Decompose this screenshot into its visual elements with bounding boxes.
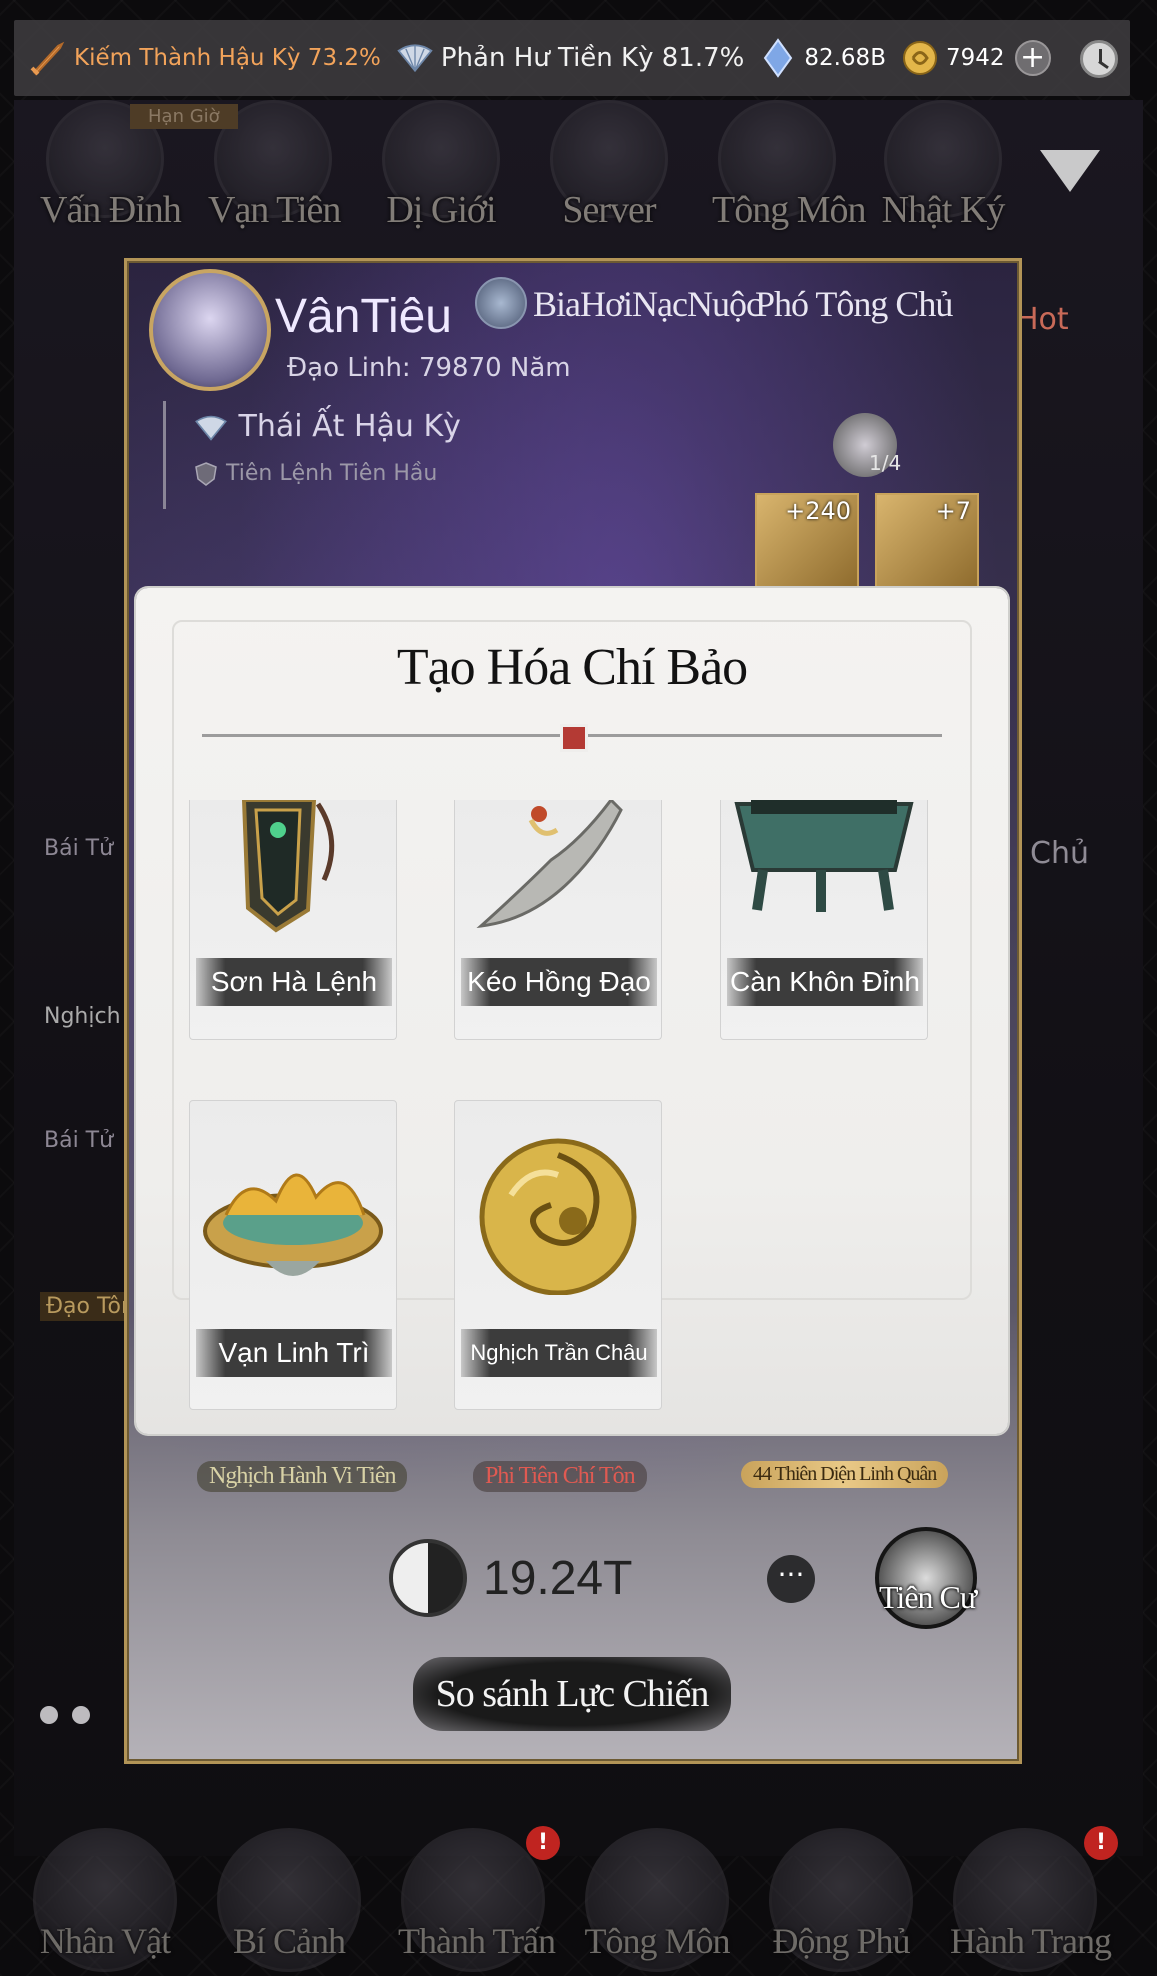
notification-badge: ! [1084, 1826, 1118, 1860]
dao-linh: Đạo Linh: 79870 Năm [287, 353, 571, 383]
artifact-can-khon-dinh[interactable]: Càn Khôn Đỉnh [720, 800, 928, 1040]
guild-name[interactable]: BiaHơiNạcNuộc [533, 283, 762, 325]
nav-label: Tông Môn [712, 189, 867, 231]
nav-label: Tông Môn [584, 1921, 731, 1961]
nav-di-gioi[interactable]: Dị Giới [376, 100, 506, 232]
status-bar: Kiếm Thành Hậu Kỳ 73.2% Phản Hư Tiền Kỳ … [14, 20, 1130, 96]
nav-nhat-ky[interactable]: Nhật Ký [878, 100, 1008, 232]
artifact-name: Kéo Hồng Đạo [461, 958, 657, 1006]
enhance-level: +240 [785, 497, 851, 525]
more-options-button[interactable]: ··· [767, 1555, 815, 1603]
notification-badge: ! [526, 1826, 560, 1860]
tag-phi-tien: Phi Tiên Chí Tôn [473, 1461, 647, 1492]
artifact-count: 1/4 [869, 451, 902, 475]
top-nav: Vấn Đỉnh Vạn Tiên Dị Giới Server Tông Mô… [40, 100, 1100, 260]
page-indicator [40, 1706, 90, 1724]
keo-hong-dao-icon [476, 800, 623, 929]
realm-progress-1: Kiếm Thành Hậu Kỳ 73.2% [28, 38, 381, 78]
nav-hanh-trang[interactable]: Hành Trang [950, 1828, 1112, 1972]
nav-label: Hành Trang [950, 1921, 1112, 1961]
crystal-value: 82.68B [804, 45, 886, 71]
nav-tong-mon[interactable]: Tông Môn [712, 100, 867, 232]
clock-icon[interactable] [1080, 40, 1118, 78]
artifact-keo-hong-dao[interactable]: Kéo Hồng Đạo [454, 800, 662, 1040]
artifact-name: Càn Khôn Đỉnh [727, 958, 923, 1006]
van-linh-tri-icon [203, 1173, 383, 1276]
bottom-nav: Nhân Vật Bí Cảnh Thành Trấn Tông Môn Độn… [30, 1828, 1130, 1976]
nav-dong-phu[interactable]: Động Phủ [766, 1828, 916, 1972]
equipment-slot-1[interactable]: +240 [755, 493, 859, 593]
nav-server[interactable]: Server [544, 100, 674, 232]
title-label: Tiên Lệnh Tiên Hầu [226, 461, 438, 486]
guild-emblem-icon [475, 277, 527, 329]
fan-icon [195, 415, 227, 441]
equipment-slot-2[interactable]: +7 [875, 493, 979, 593]
nav-label: Bí Cảnh [232, 1921, 346, 1961]
nav-label: Nhật Ký [881, 189, 1006, 231]
nav-label: Động Phủ [772, 1921, 910, 1961]
nav-label: Dị Giới [386, 189, 496, 231]
coin-balance: 7942 + [900, 38, 1051, 78]
artifact-name: Vạn Linh Trì [196, 1329, 392, 1377]
nav-nhan-vat[interactable]: Nhân Vật [30, 1828, 180, 1972]
side-bai-tu-2: Bái Tử [44, 1128, 114, 1153]
can-khon-dinh-icon [734, 800, 914, 912]
artifact-name: Nghịch Trần Châu [461, 1329, 657, 1377]
combat-power-value: 19.24T [483, 1551, 633, 1605]
compare-power-button[interactable]: So sánh Lực Chiến [413, 1657, 731, 1731]
avatar[interactable] [149, 269, 271, 391]
limited-time-badge: Hạn Giờ [130, 104, 238, 129]
artifact-dialog: Tạo Hóa Chí Bảo Sơn Hà Lệnh Kéo Hồng Đạo… [136, 588, 1008, 1434]
guild-role: Phó Tông Chủ [755, 284, 953, 324]
sword-icon [28, 38, 68, 78]
tien-cu-label: Tiên Cư [879, 1579, 977, 1615]
expand-triangle-icon[interactable] [1040, 150, 1100, 192]
nav-label: Vạn Tiên [208, 189, 341, 231]
combat-power: 19.24T [389, 1539, 632, 1617]
crystal-icon [758, 38, 798, 78]
artifact-nghich-tran-chau[interactable]: Nghịch Trần Châu [454, 1100, 662, 1410]
shield-icon [195, 462, 217, 486]
nav-label: Nhân Vật [39, 1921, 171, 1961]
player-name: VânTiêu [275, 290, 452, 343]
side-bai-tu-1: Bái Tử [44, 836, 114, 861]
enhance-level: +7 [935, 497, 971, 525]
nav-bi-canh[interactable]: Bí Cảnh [214, 1828, 364, 1972]
tag-nghich-hanh: Nghịch Hành Vi Tiên [197, 1461, 408, 1492]
nav-label: Server [562, 189, 656, 231]
nav-label: Vấn Đỉnh [40, 189, 182, 231]
artifact-son-ha-lenh[interactable]: Sơn Hà Lệnh [189, 800, 397, 1040]
coin-value: 7942 [945, 45, 1005, 71]
nav-tong-mon-bottom[interactable]: Tông Môn [582, 1828, 732, 1972]
divider-line [163, 401, 166, 509]
realm-progress-2: Phản Hư Tiền Kỳ 81.7% [395, 38, 744, 78]
yin-yang-icon [389, 1539, 467, 1617]
tag-thien-dien: 44 Thiên Diện Linh Quân [741, 1461, 949, 1488]
title-tags: Nghịch Hành Vi Tiên Phi Tiên Chí Tôn 44 … [127, 1461, 1019, 1501]
dialog-title: Tạo Hóa Chí Bảo [396, 639, 748, 696]
page-dot[interactable] [72, 1706, 90, 1724]
nav-thanh-tran[interactable]: Thành Trấn [398, 1828, 556, 1972]
artifact-van-linh-tri[interactable]: Vạn Linh Trì [189, 1100, 397, 1410]
add-currency-button[interactable]: + [1014, 40, 1051, 76]
son-ha-lenh-icon [241, 800, 335, 933]
coin-icon [900, 38, 940, 78]
hot-label: Hot [1016, 302, 1069, 337]
realm-label: Thái Ất Hậu Kỳ [238, 409, 461, 444]
cultivation-realm: Thái Ất Hậu Kỳ [193, 409, 461, 444]
artifact-name: Sơn Hà Lệnh [196, 958, 392, 1006]
nghich-tran-chau-icon [479, 1138, 637, 1295]
seal-icon [560, 724, 588, 752]
nav-label: Thành Trấn [398, 1921, 556, 1961]
side-chu-label: Chủ [1030, 836, 1089, 871]
realm-text-2: Phản Hư Tiền Kỳ 81.7% [440, 43, 745, 73]
player-title: Tiên Lệnh Tiên Hầu [193, 461, 437, 487]
fan-icon [395, 38, 435, 78]
crystal-balance: 82.68B [758, 38, 886, 78]
page-dot[interactable] [40, 1706, 58, 1724]
realm-text-1: Kiếm Thành Hậu Kỳ 73.2% [74, 45, 381, 71]
